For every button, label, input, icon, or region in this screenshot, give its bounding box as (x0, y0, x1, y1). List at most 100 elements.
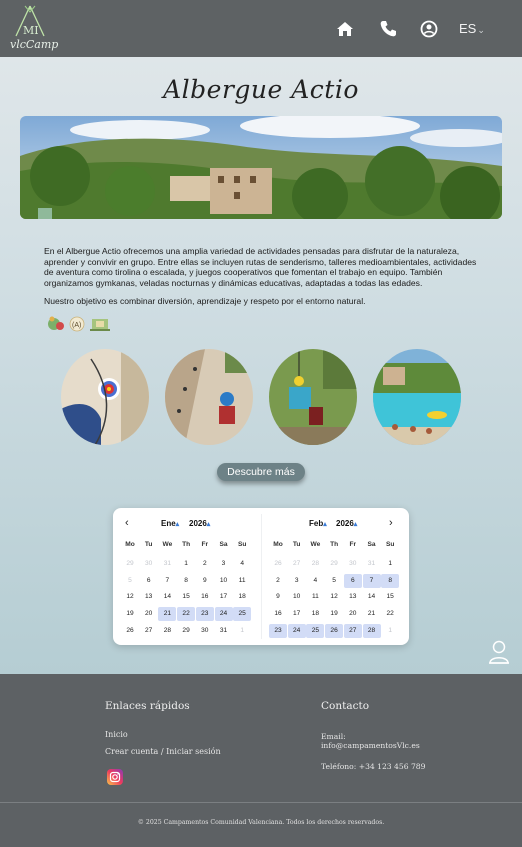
calendar-day[interactable]: 14 (363, 590, 381, 604)
account-link[interactable]: Crear cuenta / Iniciar sesión (105, 747, 221, 756)
main-content: Albergue Actio En el Albergue Actio ofre… (0, 57, 522, 674)
calendar-day[interactable]: 12 (325, 590, 343, 604)
discover-more-button[interactable]: Descubre más (217, 463, 305, 481)
calendar-day[interactable]: 28 (362, 624, 381, 638)
calendar-day[interactable]: 25 (306, 624, 325, 638)
calendar-day[interactable]: 24 (214, 607, 233, 622)
calendar-day[interactable]: 12 (121, 590, 139, 604)
calendar-day[interactable]: 2 (269, 574, 287, 588)
pool-photo[interactable] (373, 349, 461, 445)
calendar-day[interactable]: 26 (325, 624, 344, 638)
calendar-day[interactable]: 31 (215, 624, 233, 638)
calendar-day[interactable]: 30 (140, 557, 158, 571)
calendar-day[interactable]: 14 (158, 590, 176, 604)
activity-gallery (61, 349, 461, 445)
calendar-day[interactable]: 25 (233, 607, 252, 622)
calendar-day[interactable]: 22 (381, 607, 399, 621)
home-icon[interactable] (334, 18, 356, 40)
calendar-day[interactable]: 8 (177, 574, 195, 588)
account-icon[interactable] (418, 18, 440, 40)
phone-icon[interactable] (377, 18, 399, 40)
calendar-day[interactable]: 31 (158, 557, 176, 571)
right-month-select[interactable]: Feb▴ (309, 519, 327, 528)
calendar-day[interactable]: 9 (196, 574, 214, 588)
calendar-day[interactable]: 29 (177, 624, 195, 638)
calendar-day[interactable]: 26 (121, 624, 139, 638)
calendar-day[interactable]: 21 (363, 607, 381, 621)
calendar-day[interactable]: 23 (195, 607, 214, 622)
prev-month-chevron-icon[interactable]: ‹ (125, 517, 129, 529)
calendar-day[interactable]: 23 (269, 624, 287, 638)
calendar-day[interactable]: 27 (140, 624, 158, 638)
accessibility-badge-icon: (A) (69, 316, 85, 332)
calendar-day[interactable]: 29 (325, 557, 343, 571)
calendar-day[interactable]: 16 (269, 607, 287, 621)
calendar-day[interactable]: 28 (306, 557, 324, 571)
user-assistant-icon[interactable] (487, 639, 511, 665)
calendar-day[interactable]: 18 (306, 607, 324, 621)
calendar-day[interactable]: 10 (215, 574, 233, 588)
instagram-icon[interactable] (107, 769, 123, 785)
weekday-header: Sa (367, 541, 376, 548)
calendar-day[interactable]: 22 (177, 607, 196, 622)
calendar-day[interactable]: 11 (233, 574, 251, 588)
calendar-day[interactable]: 17 (288, 607, 306, 621)
site-header: MI vlcCamp ES⌄ (0, 0, 522, 57)
calendar-day[interactable]: 8 (381, 573, 400, 588)
calendar-day[interactable]: 4 (233, 557, 251, 571)
calendar-day[interactable]: 1 (381, 624, 399, 638)
calendar-day[interactable]: 3 (215, 557, 233, 571)
zipline-photo[interactable] (269, 349, 357, 445)
calendar-day[interactable]: 30 (196, 624, 214, 638)
home-link[interactable]: Inicio (105, 730, 128, 739)
calendar-day[interactable]: 28 (158, 624, 176, 638)
calendar-day[interactable]: 13 (344, 590, 362, 604)
calendar-day[interactable]: 10 (288, 590, 306, 604)
badge-letter: (A) (72, 322, 81, 329)
calendar-day[interactable]: 19 (325, 607, 343, 621)
calendar-day[interactable]: 27 (343, 624, 362, 638)
calendar-day[interactable]: 1 (381, 557, 399, 571)
calendar-day[interactable]: 7 (362, 573, 381, 588)
left-month-select[interactable]: Ene▴ (161, 519, 179, 528)
calendar-day[interactable]: 27 (288, 557, 306, 571)
calendar-day[interactable]: 31 (363, 557, 381, 571)
calendar-day[interactable]: 13 (140, 590, 158, 604)
calendar-day[interactable]: 6 (343, 573, 362, 588)
calendar-day[interactable]: 7 (158, 574, 176, 588)
calendar-day[interactable]: 5 (121, 574, 139, 588)
calendar-day[interactable]: 24 (287, 624, 306, 638)
right-year-label: 2026 (336, 519, 354, 528)
calendar-day[interactable]: 21 (158, 607, 177, 622)
calendar-day[interactable]: 15 (177, 590, 195, 604)
calendar-day[interactable]: 19 (121, 607, 139, 621)
calendar-day[interactable]: 11 (306, 590, 324, 604)
calendar-day[interactable]: 9 (269, 590, 287, 604)
calendar-day[interactable]: 5 (325, 574, 343, 588)
calendar-day[interactable]: 1 (233, 624, 251, 638)
calendar-day[interactable]: 4 (306, 574, 324, 588)
calendar-day[interactable]: 6 (140, 574, 158, 588)
climbing-wall-photo[interactable] (165, 349, 253, 445)
calendar-day[interactable]: 18 (233, 590, 251, 604)
archery-photo[interactable] (61, 349, 149, 445)
calendar-day[interactable]: 20 (344, 607, 362, 621)
calendar-day[interactable]: 15 (381, 590, 399, 604)
language-selector[interactable]: ES⌄ (459, 21, 485, 36)
calendar-day[interactable]: 1 (177, 557, 195, 571)
calendar-day[interactable]: 3 (288, 574, 306, 588)
calendar-day[interactable]: 17 (215, 590, 233, 604)
objective-paragraph: Nuestro objetivo es combinar diversión, … (44, 296, 366, 306)
calendar-day[interactable]: 30 (344, 557, 362, 571)
right-year-select[interactable]: 2026▴ (336, 519, 357, 528)
left-year-select[interactable]: 2026▴ (189, 519, 210, 528)
site-footer: Enlaces rápidos Inicio Crear cuenta / In… (0, 674, 522, 847)
calendar-day[interactable]: 16 (196, 590, 214, 604)
chevron-down-icon: ⌄ (477, 25, 485, 35)
calendar-day[interactable]: 20 (140, 607, 158, 621)
next-month-chevron-icon[interactable]: › (389, 517, 393, 529)
calendar-day[interactable]: 2 (196, 557, 214, 571)
calendar-day[interactable]: 29 (121, 557, 139, 571)
email-link[interactable]: info@campamentosVlc.es (321, 741, 420, 750)
calendar-day[interactable]: 26 (269, 557, 287, 571)
